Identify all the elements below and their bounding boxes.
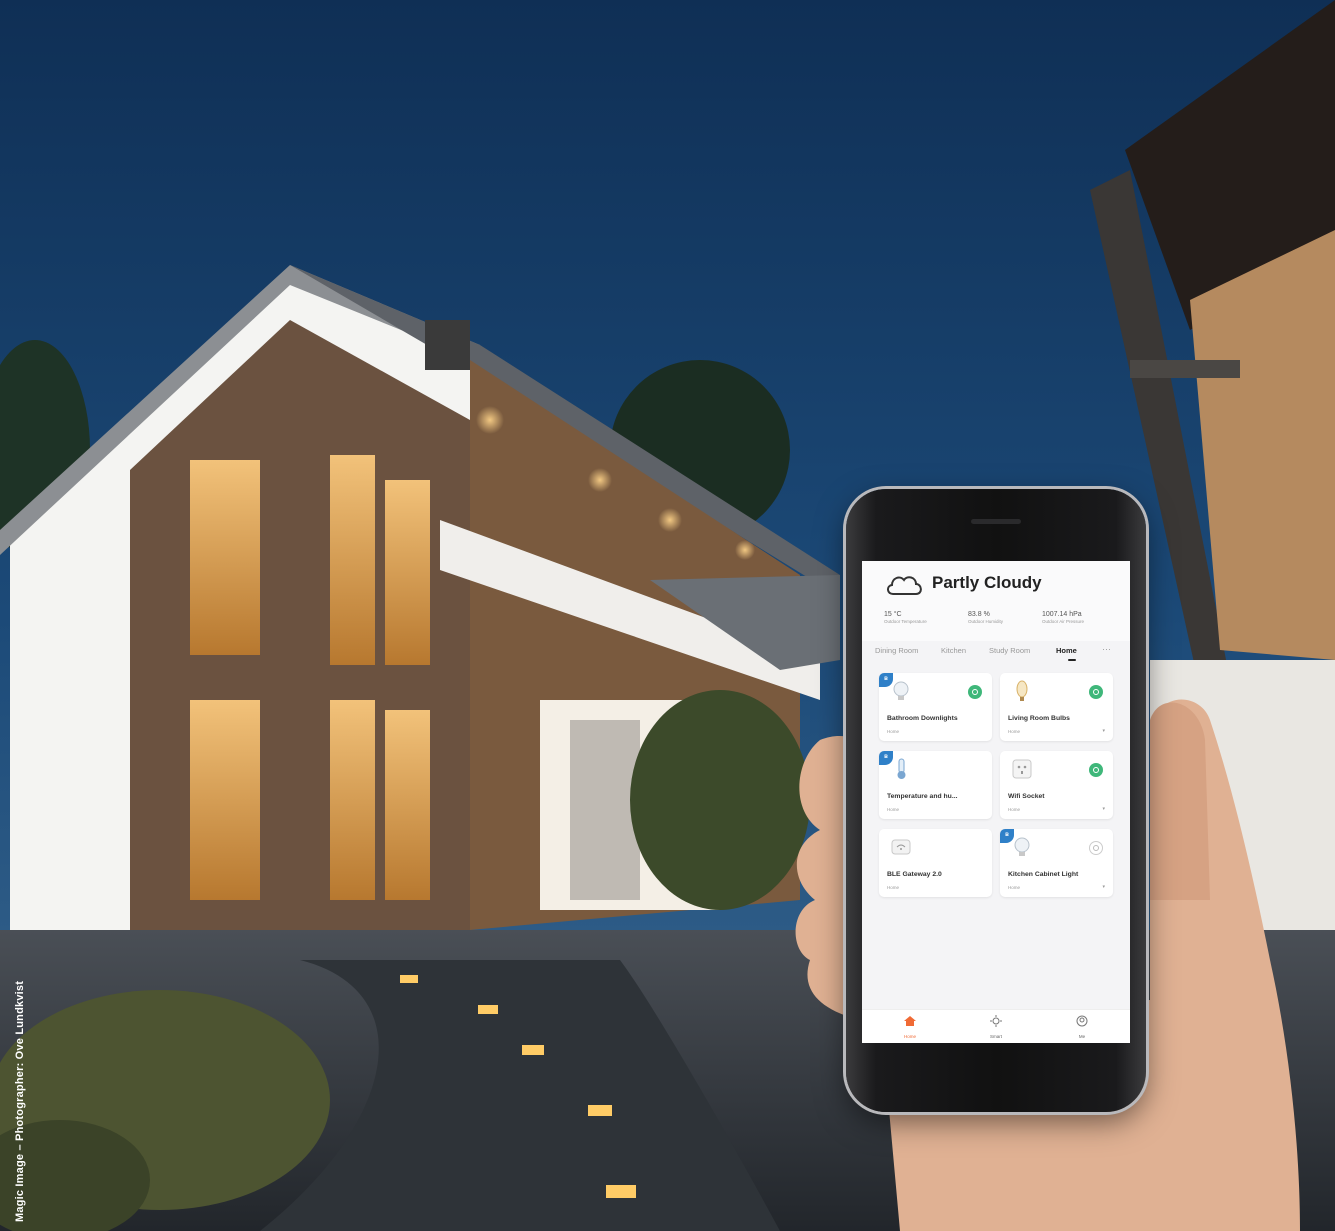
app-screen: Partly Cloudy 15 °C Outdoor Temperature … bbox=[862, 561, 1130, 1043]
nav-smart[interactable]: Smart bbox=[976, 1014, 1016, 1039]
tab-kitchen[interactable]: Kitchen bbox=[941, 646, 966, 655]
power-button[interactable] bbox=[1089, 763, 1103, 777]
vintage-bulb-icon bbox=[1016, 680, 1028, 701]
smartphone: Partly Cloudy 15 °C Outdoor Temperature … bbox=[846, 489, 1146, 1112]
device-card[interactable]: ʙ Temperature and hu... Home bbox=[879, 751, 992, 819]
chevron-down-icon[interactable]: ▾ bbox=[1102, 884, 1105, 890]
device-room: Home bbox=[887, 729, 900, 734]
smart-icon bbox=[990, 1015, 1002, 1027]
gateway-icon bbox=[891, 839, 911, 855]
device-room: Home bbox=[1008, 729, 1021, 734]
device-card[interactable]: BLE Gateway 2.0 Home bbox=[879, 829, 992, 897]
chevron-down-icon[interactable]: ▾ bbox=[1102, 806, 1105, 812]
device-room: Home bbox=[887, 807, 900, 812]
humidity-label: Outdoor Humidity bbox=[968, 619, 1004, 624]
device-name: BLE Gateway 2.0 bbox=[887, 871, 942, 878]
device-name: Bathroom Downlights bbox=[887, 715, 958, 722]
device-card[interactable]: Wifi Socket Home ▾ bbox=[1000, 751, 1113, 819]
active-tab-indicator bbox=[1068, 659, 1076, 661]
phone-speaker bbox=[971, 519, 1021, 524]
device-name: Temperature and hu... bbox=[887, 793, 958, 800]
weather-temperature: 15 °C Outdoor Temperature bbox=[884, 611, 964, 624]
socket-icon bbox=[1012, 759, 1032, 779]
tab-dining-room[interactable]: Dining Room bbox=[875, 646, 918, 655]
device-room: Home bbox=[1008, 885, 1021, 890]
tab-study-room[interactable]: Study Room bbox=[989, 646, 1030, 655]
device-name: Kitchen Cabinet Light bbox=[1008, 871, 1079, 878]
nav-smart-label: Smart bbox=[989, 1034, 1002, 1039]
power-button[interactable] bbox=[968, 685, 982, 699]
me-icon bbox=[1076, 1015, 1088, 1027]
weather-humidity: 83.8 % Outdoor Humidity bbox=[968, 611, 1048, 624]
cloud-icon bbox=[887, 576, 922, 595]
power-button[interactable] bbox=[1089, 685, 1103, 699]
home-icon bbox=[904, 1016, 916, 1026]
pressure-value: 1007.14 hPa bbox=[1042, 611, 1082, 618]
chevron-down-icon[interactable]: ▾ bbox=[1102, 728, 1105, 734]
humidity-value: 83.8 % bbox=[968, 611, 990, 618]
weather-title: Partly Cloudy bbox=[932, 573, 1042, 592]
more-tabs-button[interactable]: ··· bbox=[1102, 644, 1111, 654]
weather-pressure: 1007.14 hPa Outdoor Air Pressure bbox=[1042, 611, 1122, 624]
nav-me-label: Me bbox=[1078, 1034, 1086, 1039]
device-card[interactable]: ʙ Bathroom Downlights Home bbox=[879, 673, 992, 741]
photo-credit: Magic Image – Photographer: Ove Lundkvis… bbox=[14, 980, 26, 1222]
room-tabs: Dining Room Kitchen Study Room Home ··· bbox=[862, 641, 1130, 663]
temperature-label: Outdoor Temperature bbox=[884, 619, 927, 624]
nav-me[interactable]: Me bbox=[1062, 1014, 1102, 1039]
bulb-icon bbox=[893, 681, 909, 700]
device-card[interactable]: ʙ Kitchen Cabinet Light Home ▾ bbox=[1000, 829, 1113, 897]
bottom-nav: Home Smart Me bbox=[862, 1009, 1130, 1043]
nav-home[interactable]: Home bbox=[890, 1014, 930, 1039]
power-button[interactable] bbox=[1089, 841, 1103, 855]
device-room: Home bbox=[887, 885, 900, 890]
thermometer-icon bbox=[897, 758, 906, 779]
device-card[interactable]: Living Room Bulbs Home ▾ bbox=[1000, 673, 1113, 741]
device-room: Home bbox=[1008, 807, 1021, 812]
nav-home-label: Home bbox=[903, 1034, 916, 1039]
tab-home[interactable]: Home bbox=[1056, 646, 1077, 655]
temperature-value: 15 °C bbox=[884, 611, 902, 618]
pressure-label: Outdoor Air Pressure bbox=[1042, 619, 1085, 624]
bulb-icon bbox=[1014, 837, 1030, 856]
device-name: Wifi Socket bbox=[1008, 793, 1045, 800]
device-name: Living Room Bulbs bbox=[1008, 715, 1070, 722]
weather-header: Partly Cloudy 15 °C Outdoor Temperature … bbox=[862, 561, 1130, 641]
